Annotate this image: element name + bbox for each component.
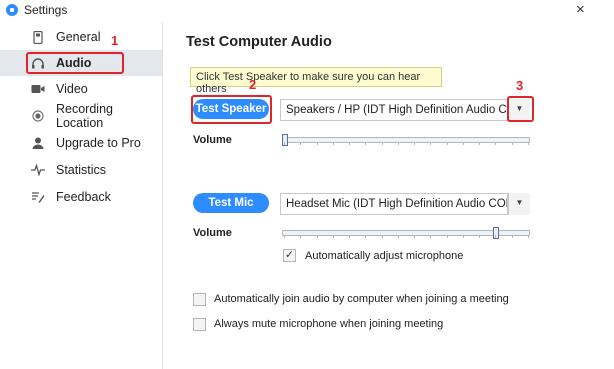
close-icon[interactable]: × bbox=[576, 1, 585, 18]
slider-tick bbox=[430, 235, 431, 238]
page-title: Test Computer Audio bbox=[186, 34, 332, 50]
slider-tick bbox=[382, 235, 383, 238]
title-bar: Settings × bbox=[0, 0, 614, 22]
mute-on-join-checkbox[interactable] bbox=[193, 318, 206, 331]
slider-tick bbox=[447, 142, 448, 145]
sidebar: General Audio Video Recording Location U… bbox=[0, 22, 162, 369]
speaker-tooltip: Click Test Speaker to make sure you can … bbox=[190, 67, 442, 95]
slider-tick bbox=[447, 235, 448, 238]
annotation-number-2: 2 bbox=[249, 77, 257, 92]
feedback-icon bbox=[31, 190, 45, 204]
slider-tick bbox=[463, 142, 464, 145]
slider-tick bbox=[512, 142, 513, 145]
slider-tick bbox=[495, 142, 496, 145]
sidebar-item-label: General bbox=[56, 30, 101, 44]
slider-tick bbox=[365, 142, 366, 145]
speaker-volume-label: Volume bbox=[193, 134, 232, 146]
person-icon bbox=[31, 136, 45, 150]
mic-device-select[interactable]: Headset Mic (IDT High Definition Audio C… bbox=[280, 193, 508, 215]
sidebar-item-label: Video bbox=[56, 82, 88, 96]
speaker-volume-slider[interactable] bbox=[282, 134, 530, 149]
annotation-box-test-speaker bbox=[191, 95, 272, 124]
slider-tick bbox=[430, 142, 431, 145]
slider-thumb[interactable] bbox=[493, 227, 499, 239]
sidebar-divider bbox=[162, 22, 163, 369]
sidebar-item-label: Upgrade to Pro bbox=[56, 136, 141, 150]
slider-tick bbox=[300, 142, 301, 145]
annotation-number-1: 1 bbox=[111, 33, 119, 48]
speaker-device-select[interactable]: Speakers / HP (IDT High Definition Audio… bbox=[280, 99, 508, 121]
slider-tick bbox=[349, 235, 350, 238]
slider-tick bbox=[479, 142, 480, 145]
slider-tick bbox=[317, 142, 318, 145]
sidebar-item-statistics[interactable]: Statistics bbox=[0, 157, 162, 183]
slider-tick bbox=[528, 235, 529, 238]
annotation-box-audio bbox=[26, 52, 124, 74]
mic-volume-label: Volume bbox=[193, 227, 232, 239]
slider-tick bbox=[349, 142, 350, 145]
phone-icon bbox=[31, 30, 45, 44]
video-camera-icon bbox=[31, 82, 45, 96]
sidebar-item-label: Feedback bbox=[56, 190, 111, 204]
sidebar-item-label: Statistics bbox=[56, 163, 107, 177]
slider-tick bbox=[300, 235, 301, 238]
slider-tick bbox=[365, 235, 366, 238]
sidebar-item-video[interactable]: Video bbox=[0, 76, 162, 102]
slider-tick bbox=[317, 235, 318, 238]
slider-tick bbox=[398, 142, 399, 145]
annotation-number-3: 3 bbox=[516, 78, 524, 93]
pulse-icon bbox=[31, 163, 45, 177]
slider-tick bbox=[495, 235, 496, 238]
test-mic-button[interactable]: Test Mic bbox=[193, 193, 269, 213]
zoom-app-icon bbox=[6, 4, 18, 16]
sidebar-item-feedback[interactable]: Feedback bbox=[0, 184, 162, 210]
slider-thumb[interactable] bbox=[282, 134, 288, 146]
mic-volume-slider[interactable] bbox=[282, 227, 530, 242]
sidebar-item-label: Recording Location bbox=[56, 102, 113, 130]
slider-tick bbox=[284, 235, 285, 238]
sidebar-item-upgrade[interactable]: Upgrade to Pro bbox=[0, 130, 162, 156]
mute-on-join-label: Always mute microphone when joining meet… bbox=[214, 318, 444, 330]
auto-adjust-label: Automatically adjust microphone bbox=[305, 250, 464, 262]
slider-track bbox=[282, 137, 530, 143]
slider-tick bbox=[463, 235, 464, 238]
chevron-down-icon[interactable]: ▼ bbox=[508, 193, 530, 215]
slider-tick bbox=[479, 235, 480, 238]
auto-adjust-checkbox[interactable]: ✓ bbox=[283, 249, 296, 262]
slider-tick bbox=[382, 142, 383, 145]
auto-join-audio-label: Automatically join audio by computer whe… bbox=[214, 293, 509, 305]
slider-tick bbox=[512, 235, 513, 238]
slider-tick bbox=[528, 142, 529, 145]
record-icon bbox=[31, 109, 45, 123]
auto-join-audio-checkbox[interactable] bbox=[193, 293, 206, 306]
sidebar-item-recording-location[interactable]: Recording Location bbox=[0, 102, 162, 130]
slider-tick bbox=[333, 142, 334, 145]
annotation-box-speaker-dropdown bbox=[507, 96, 534, 122]
slider-tick bbox=[284, 142, 285, 145]
slider-tick bbox=[414, 142, 415, 145]
sidebar-item-general[interactable]: General bbox=[0, 24, 162, 50]
slider-tick bbox=[333, 235, 334, 238]
slider-tick bbox=[414, 235, 415, 238]
slider-tick bbox=[398, 235, 399, 238]
window-title: Settings bbox=[24, 3, 68, 17]
